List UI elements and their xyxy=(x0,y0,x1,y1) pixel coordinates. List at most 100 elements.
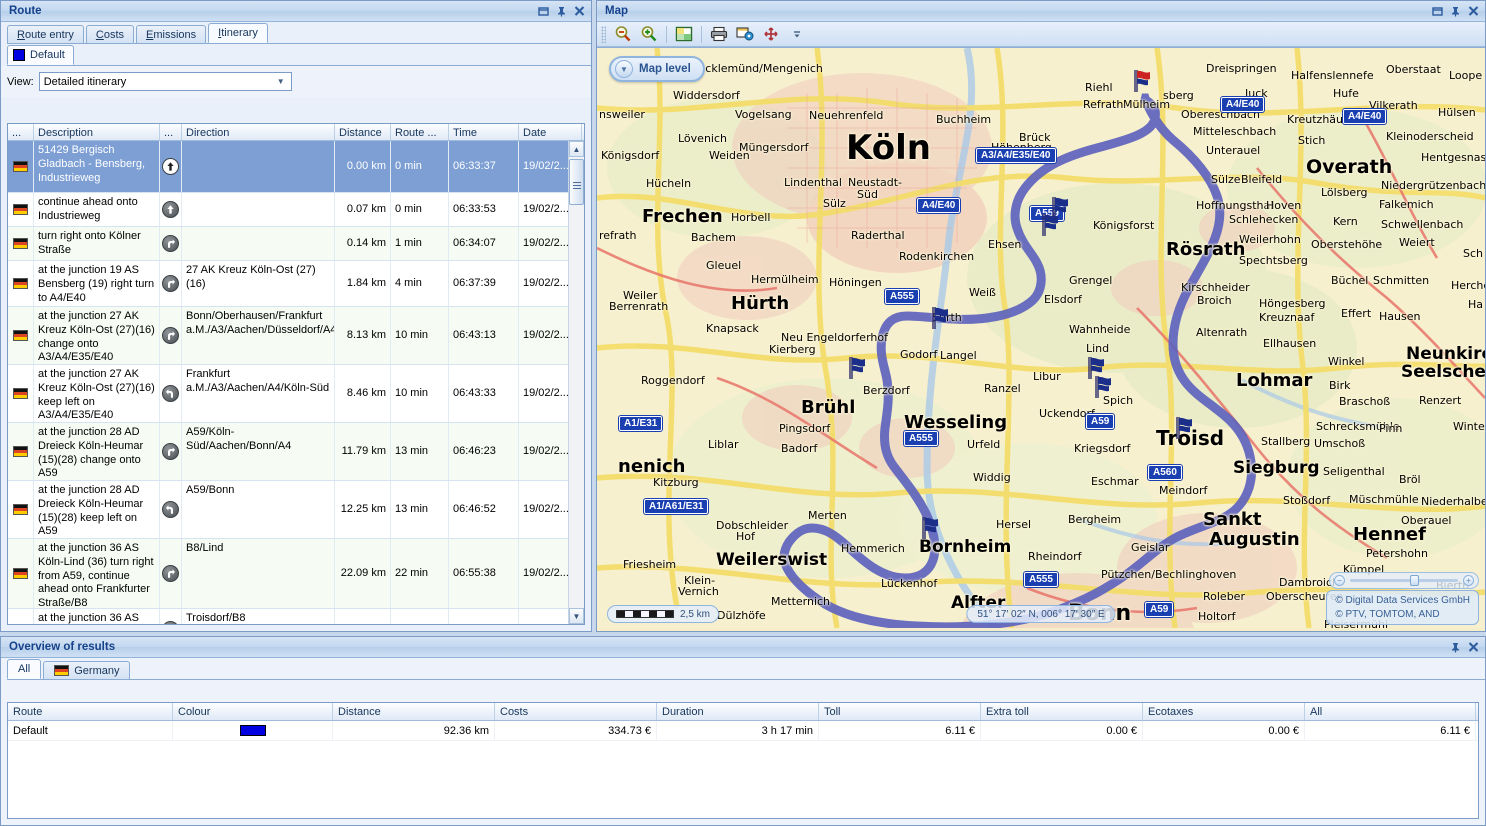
cell-distance: 22.42 km xyxy=(335,609,391,624)
settings-icon[interactable] xyxy=(733,24,757,45)
map-zoom-slider[interactable]: − + xyxy=(1329,572,1479,589)
table-row[interactable]: at the junction 36 AS Köln-Lind (36) kee… xyxy=(8,609,568,624)
table-row[interactable]: continue ahead onto Industrieweg 0.07 km 0… xyxy=(8,193,568,227)
column-header-extra_toll[interactable]: Extra toll xyxy=(981,703,1143,720)
restore-icon[interactable] xyxy=(1429,4,1445,19)
overflow-icon[interactable] xyxy=(785,24,809,45)
cell-time: 06:46:52 xyxy=(449,481,519,538)
map-pin-waypoint[interactable] xyxy=(1092,375,1112,398)
zoom-slider-track[interactable] xyxy=(1350,575,1458,586)
map-pin-waypoint[interactable] xyxy=(1173,416,1193,439)
map-pin-waypoint[interactable] xyxy=(1039,213,1059,236)
turn-right-icon xyxy=(162,327,179,344)
column-header-toll[interactable]: Toll xyxy=(819,703,981,720)
restore-icon[interactable] xyxy=(535,4,551,19)
map-place-label: Langel xyxy=(940,349,977,362)
map-place-label: Herche xyxy=(1451,279,1485,292)
table-row[interactable]: at the junction 28 AD Dreieck Köln-Heuma… xyxy=(8,423,568,481)
close-icon[interactable] xyxy=(1465,4,1481,19)
table-row[interactable]: at the junction 28 AD Dreieck Köln-Heuma… xyxy=(8,481,568,539)
turn-right-icon xyxy=(162,443,179,460)
map-place-label: Vernich xyxy=(678,585,719,598)
subtab-default[interactable]: Default xyxy=(7,45,74,65)
cell-distance: 1.84 km xyxy=(335,261,391,306)
view-label: View: xyxy=(7,75,34,88)
map-level-button[interactable]: ▼ Map level xyxy=(609,56,705,82)
layers-icon[interactable] xyxy=(672,24,696,45)
column-header-date[interactable]: Date xyxy=(519,124,582,140)
close-icon[interactable] xyxy=(571,4,587,19)
scroll-up-icon[interactable]: ▲ xyxy=(569,141,584,157)
column-header-icon[interactable]: ... xyxy=(160,124,182,140)
pan-icon[interactable] xyxy=(759,24,783,45)
zoom-slider-handle[interactable] xyxy=(1410,575,1420,586)
subtab-default-label: Default xyxy=(30,49,65,61)
zoom-in-icon[interactable]: + xyxy=(1463,575,1474,586)
table-row[interactable]: at the junction 36 AS Köln-Lind (36) tur… xyxy=(8,539,568,609)
map-pin-waypoint[interactable] xyxy=(846,356,866,379)
map-canvas[interactable]: Bocklemünd/MengenichDellbrückGierathDrei… xyxy=(597,47,1485,631)
map-place-label: Rösrath xyxy=(1166,239,1246,260)
column-header-direction[interactable]: Direction xyxy=(182,124,335,140)
tab-emissions[interactable]: Emissions xyxy=(136,25,207,43)
print-icon[interactable] xyxy=(707,24,731,45)
overview-panel-body: All Germany Route Colour Distance Costs Dura… xyxy=(1,658,1485,825)
map-place-label: Falkemich xyxy=(1379,198,1434,211)
map-place-label: Hufe xyxy=(1333,87,1359,100)
table-row[interactable]: turn right onto Kölner Straße 0.14 km 1 mi… xyxy=(8,227,568,261)
tab-route-entry[interactable]: Route entry xyxy=(7,25,84,43)
table-row[interactable]: Default 92.36 km 334.73 €3 h 17 min 6.11 €0… xyxy=(8,721,1478,741)
column-header-route[interactable]: Route ... xyxy=(391,124,449,140)
column-header-flag[interactable]: ... xyxy=(8,124,34,140)
column-header-route[interactable]: Route xyxy=(8,703,173,720)
view-combobox[interactable]: Detailed itinerary ▼ xyxy=(38,72,292,91)
map-place-label: Seligenthal xyxy=(1323,465,1385,478)
chevron-down-icon[interactable]: ▼ xyxy=(273,73,289,90)
tab-costs[interactable]: Costs xyxy=(85,25,135,43)
column-header-colour[interactable]: Colour xyxy=(173,703,333,720)
column-header-description[interactable]: Description xyxy=(34,124,160,140)
map-pin-waypoint[interactable] xyxy=(919,516,939,539)
table-row[interactable]: at the junction 19 AS Bensberg (19) righ… xyxy=(8,261,568,307)
tab-germany[interactable]: Germany xyxy=(43,661,131,679)
column-header-distance[interactable]: Distance xyxy=(333,703,495,720)
keep-left-icon xyxy=(162,501,179,518)
column-header-duration[interactable]: Duration xyxy=(657,703,819,720)
table-row[interactable]: 51429 Bergisch Gladbach - Bensberg, Indu… xyxy=(8,141,568,193)
tab-itinerary[interactable]: Itinerary xyxy=(208,23,268,43)
cell-distance: 12.25 km xyxy=(335,481,391,538)
view-combobox-value: Detailed itinerary xyxy=(43,75,127,88)
cell-extra_toll: 0.00 € xyxy=(981,721,1143,740)
itinerary-grid-rows: 51429 Bergisch Gladbach - Bensberg, Indu… xyxy=(8,141,568,624)
route-panel: Route Route entry Costs Emissions Itiner… xyxy=(0,0,592,632)
map-place-label: Süd xyxy=(857,188,878,201)
column-header-ecotaxes[interactable]: Ecotaxes xyxy=(1143,703,1305,720)
column-header-time[interactable]: Time xyxy=(449,124,519,140)
motorway-shield: A1/E31 xyxy=(619,416,663,431)
pin-icon[interactable] xyxy=(553,4,569,19)
close-icon[interactable] xyxy=(1465,640,1481,655)
column-header-costs[interactable]: Costs xyxy=(495,703,657,720)
pin-icon[interactable] xyxy=(1447,640,1463,655)
map-place-label: Knapsack xyxy=(706,322,759,335)
map-pin-start[interactable] xyxy=(1131,69,1151,92)
table-row[interactable]: at the junction 27 AK Kreuz Köln-Ost (27… xyxy=(8,307,568,365)
itinerary-vertical-scrollbar[interactable]: ▲ ▼ xyxy=(568,141,584,624)
zoom-out-icon[interactable] xyxy=(611,24,635,45)
scrollbar-thumb[interactable] xyxy=(569,159,584,205)
table-row[interactable]: at the junction 27 AK Kreuz Köln-Ost (27… xyxy=(8,365,568,423)
map-pin-waypoint[interactable] xyxy=(929,306,949,329)
zoom-out-icon[interactable]: − xyxy=(1334,575,1345,586)
tab-all[interactable]: All xyxy=(7,659,42,679)
map-place-label: Weiert xyxy=(1399,236,1435,249)
scroll-down-icon[interactable]: ▼ xyxy=(569,608,584,624)
column-header-distance[interactable]: Distance xyxy=(335,124,391,140)
zoom-in-icon[interactable] xyxy=(637,24,661,45)
overview-grid-rows: Default 92.36 km 334.73 €3 h 17 min 6.11 €0… xyxy=(8,721,1478,741)
pin-icon[interactable] xyxy=(1447,4,1463,19)
map-level-label: Map level xyxy=(639,63,691,75)
de-flag-icon xyxy=(13,161,28,172)
column-header-all[interactable]: All xyxy=(1305,703,1476,720)
scrollbar-track[interactable] xyxy=(569,157,584,608)
toolbar-grip[interactable] xyxy=(601,25,606,43)
